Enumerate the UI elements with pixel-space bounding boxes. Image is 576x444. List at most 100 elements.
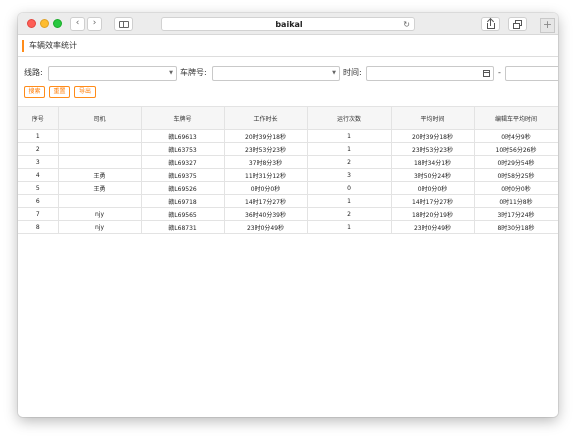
avg-time-per-vehicle: 0时11分8秒 — [473, 194, 558, 208]
table-body: 1 赣L69613 20时39分18秒 1 20时39分18秒 0时4分9秒 2 赣L6375… — [18, 129, 558, 234]
driver-header[interactable]: 司机 — [57, 106, 142, 130]
work-duration: 23时53分23秒 — [223, 142, 308, 156]
run-count: 1 — [306, 129, 392, 143]
work-duration: 37时8分3秒 — [223, 155, 308, 169]
calendar-icon — [483, 70, 490, 77]
run-count: 2 — [306, 207, 392, 221]
address-text: baikal — [275, 20, 303, 29]
work-duration-header[interactable]: 工作时长 — [223, 106, 308, 130]
avg-time-per-vehicle: 0时58分25秒 — [473, 168, 558, 182]
run-count: 1 — [306, 194, 392, 208]
driver-name: 王勇 — [57, 168, 142, 182]
browser-window: ‹ › baikal ↻ + 车辆效率统计 线路: ▼ 车牌号: ▼ 时间: -… — [18, 13, 558, 417]
plate-number: 赣L69327 — [140, 155, 225, 169]
search-button[interactable]: 搜索 — [24, 86, 45, 98]
driver-name — [57, 155, 142, 169]
close-window-button[interactable] — [27, 19, 36, 28]
driver-name: 王勇 — [57, 181, 142, 195]
work-duration: 0时0分0秒 — [223, 181, 308, 195]
average-time: 18时34分1秒 — [390, 155, 475, 169]
table-row[interactable]: 5 王勇 赣L69526 0时0分0秒 0 0时0分0秒 0时0分0秒 — [18, 181, 558, 195]
date-range-separator: - — [498, 68, 501, 77]
plus-icon: + — [542, 18, 553, 31]
end-date-input[interactable] — [505, 66, 558, 81]
forward-button[interactable]: › — [87, 17, 102, 31]
run-count: 2 — [306, 155, 392, 169]
table-row[interactable]: 1 赣L69613 20时39分18秒 1 20时39分18秒 0时4分9秒 — [18, 129, 558, 143]
average-time: 23时0分49秒 — [390, 220, 475, 234]
average-time: 3时50分24秒 — [390, 168, 475, 182]
row-index: 8 — [18, 220, 59, 234]
index-header[interactable]: 序号 — [18, 106, 59, 130]
plate-number: 赣L68731 — [140, 220, 225, 234]
plate-label: 车牌号: — [180, 68, 207, 77]
chevron-right-icon: › — [92, 18, 97, 28]
export-button[interactable]: 导出 — [74, 86, 96, 98]
plate-select[interactable]: ▼ — [212, 66, 340, 81]
row-index: 6 — [18, 194, 59, 208]
driver-name — [57, 142, 142, 156]
address-bar[interactable]: baikal ↻ — [161, 17, 415, 31]
sidebar-toggle-button[interactable] — [114, 17, 133, 31]
average-time: 14时17分27秒 — [390, 194, 475, 208]
table-row[interactable]: 4 王勇 赣L69375 11时31分12秒 3 3时50分24秒 0时58分25秒 — [18, 168, 558, 182]
plate-number: 赣L69718 — [140, 194, 225, 208]
browser-toolbar: ‹ › baikal ↻ + — [18, 13, 558, 35]
run-count: 1 — [306, 142, 392, 156]
route-select[interactable]: ▼ — [48, 66, 177, 81]
page-title: 车辆效率统计 — [29, 41, 77, 50]
plate-number: 赣L63753 — [140, 142, 225, 156]
page-content: 车辆效率统计 线路: ▼ 车牌号: ▼ 时间: - 搜索 重置 导出 序号 司机… — [18, 35, 558, 417]
driver-name: njy — [57, 220, 142, 234]
tab-overview-button[interactable] — [508, 17, 527, 31]
average-time-header[interactable]: 平均时间 — [390, 106, 475, 130]
reload-icon[interactable]: ↻ — [403, 19, 410, 30]
driver-name — [57, 129, 142, 143]
new-tab-button[interactable]: + — [540, 18, 555, 33]
zoom-window-button[interactable] — [53, 19, 62, 28]
average-time: 18时20分19秒 — [390, 207, 475, 221]
table-row[interactable]: 6 赣L69718 14时17分27秒 1 14时17分27秒 0时11分8秒 — [18, 194, 558, 208]
vehicle-efficiency-table: 序号 司机 车牌号 工作时长 运行次数 平均时间 编辑车平均时间 1 赣L69613 20时39… — [18, 106, 558, 234]
run-count: 0 — [306, 181, 392, 195]
plate-number: 赣L69613 — [140, 129, 225, 143]
driver-name: njy — [57, 207, 142, 221]
page-header: 车辆效率统计 — [18, 35, 558, 57]
back-button[interactable]: ‹ — [70, 17, 85, 31]
plate-number: 赣L69565 — [140, 207, 225, 221]
work-duration: 36时40分39秒 — [223, 207, 308, 221]
average-time: 20时39分18秒 — [390, 129, 475, 143]
avg-time-per-vehicle: 0时29分54秒 — [473, 155, 558, 169]
row-index: 4 — [18, 168, 59, 182]
avg-time-per-vehicle: 8时30分18秒 — [473, 220, 558, 234]
run-count-header[interactable]: 运行次数 — [306, 106, 392, 130]
row-index: 3 — [18, 155, 59, 169]
table-row[interactable]: 3 赣L69327 37时8分3秒 2 18时34分1秒 0时29分54秒 — [18, 155, 558, 169]
run-count: 3 — [306, 168, 392, 182]
run-count: 1 — [306, 220, 392, 234]
sidebar-icon — [119, 21, 129, 28]
plate-header[interactable]: 车牌号 — [140, 106, 225, 130]
driver-name — [57, 194, 142, 208]
route-label: 线路: — [24, 68, 43, 77]
plate-number: 赣L69526 — [140, 181, 225, 195]
table-row[interactable]: 2 赣L63753 23时53分23秒 1 23时53分23秒 10时56分26秒 — [18, 142, 558, 156]
avg-time-per-vehicle: 3时17分24秒 — [473, 207, 558, 221]
minimize-window-button[interactable] — [40, 19, 49, 28]
table-row[interactable]: 8 njy 赣L68731 23时0分49秒 1 23时0分49秒 8时30分18秒 — [18, 220, 558, 234]
row-index: 2 — [18, 142, 59, 156]
row-index: 5 — [18, 181, 59, 195]
title-accent-bar — [22, 40, 24, 52]
average-time: 0时0分0秒 — [390, 181, 475, 195]
share-button[interactable] — [481, 17, 500, 31]
filter-bar: 线路: ▼ 车牌号: ▼ 时间: - — [18, 65, 558, 81]
average-time: 23时53分23秒 — [390, 142, 475, 156]
start-date-input[interactable] — [366, 66, 494, 81]
reset-button[interactable]: 重置 — [49, 86, 70, 98]
work-duration: 23时0分49秒 — [223, 220, 308, 234]
table-row[interactable]: 7 njy 赣L69565 36时40分39秒 2 18时20分19秒 3时17分24秒 — [18, 207, 558, 221]
avg-time-per-vehicle-header[interactable]: 编辑车平均时间 — [473, 106, 558, 130]
table-header-row: 序号 司机 车牌号 工作时长 运行次数 平均时间 编辑车平均时间 — [18, 106, 558, 130]
work-duration: 14时17分27秒 — [223, 194, 308, 208]
avg-time-per-vehicle: 0时4分9秒 — [473, 129, 558, 143]
